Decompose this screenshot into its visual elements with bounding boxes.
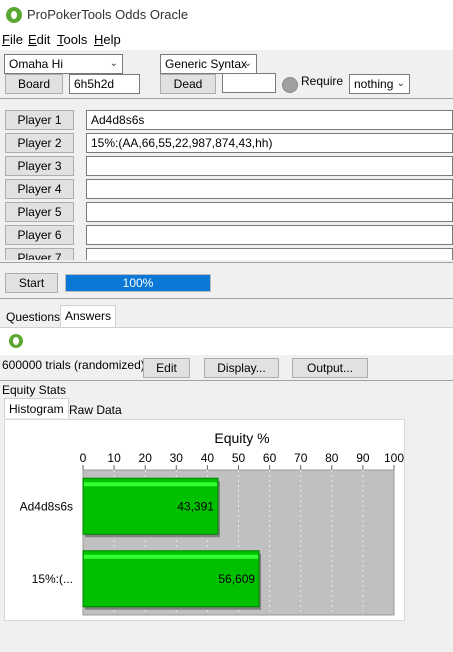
divider bbox=[0, 262, 453, 263]
x-tick-label: 10 bbox=[107, 451, 121, 465]
bar-highlight bbox=[84, 482, 217, 487]
start-button[interactable]: Start bbox=[5, 273, 58, 293]
game-select-value: Omaha Hi bbox=[9, 57, 64, 71]
oracle-drop-icon[interactable] bbox=[9, 334, 23, 348]
dead-input[interactable] bbox=[222, 73, 276, 93]
chart-title: Equity % bbox=[214, 430, 269, 446]
histogram-panel: Equity % 0 10 20 30 40 50 60 70 80 90 100 43,391 Ad… bbox=[4, 419, 405, 621]
syntax-select[interactable]: Generic Syntax ⌄ bbox=[160, 54, 257, 74]
x-tick-label: 100 bbox=[384, 451, 404, 465]
equity-chart: Equity % 0 10 20 30 40 50 60 70 80 90 100 43,391 Ad… bbox=[20, 430, 404, 616]
menu-file-mnemonic: F bbox=[2, 32, 10, 47]
menu-tools-label: ools bbox=[63, 32, 88, 47]
x-tick-label: 40 bbox=[201, 451, 215, 465]
answers-toolbar bbox=[0, 327, 453, 355]
bar-highlight bbox=[84, 554, 259, 559]
divider bbox=[0, 380, 453, 381]
player-7-button[interactable]: Player 7 bbox=[5, 248, 74, 260]
player-6-button[interactable]: Player 6 bbox=[5, 225, 74, 245]
player-3-button[interactable]: Player 3 bbox=[5, 156, 74, 176]
tab-answers[interactable]: Answers bbox=[60, 305, 117, 327]
bar-value-label: 43,391 bbox=[177, 499, 214, 513]
x-tick-label: 30 bbox=[170, 451, 184, 465]
require-label: Require bbox=[301, 74, 344, 88]
menu-file[interactable]: File bbox=[2, 32, 23, 47]
player-2-button[interactable]: Player 2 bbox=[5, 133, 74, 153]
output-button[interactable]: Output... bbox=[292, 358, 368, 378]
chevron-down-icon: ⌄ bbox=[396, 78, 405, 89]
menu-help[interactable]: Help bbox=[94, 32, 121, 47]
player-4-hand-input[interactable] bbox=[86, 179, 453, 199]
menu-edit[interactable]: Edit bbox=[28, 32, 50, 47]
menu-edit-label: dit bbox=[36, 32, 51, 47]
display-button[interactable]: Display... bbox=[204, 358, 279, 378]
x-tick-label: 50 bbox=[232, 451, 246, 465]
x-tick-label: 90 bbox=[356, 451, 370, 465]
window-title: ProPokerTools Odds Oracle bbox=[27, 7, 189, 22]
menu-help-label: elp bbox=[103, 32, 121, 47]
player-1-button[interactable]: Player 1 bbox=[5, 110, 74, 130]
tab-histogram[interactable]: Histogram bbox=[4, 398, 69, 418]
require-indicator-icon bbox=[282, 77, 298, 93]
menu-edit-mnemonic: E bbox=[28, 32, 37, 47]
player-1-hand-input[interactable]: Ad4d8s6s bbox=[86, 110, 453, 130]
x-tick-label: 60 bbox=[263, 451, 277, 465]
player-2-hand-input[interactable]: 15%:(AA,66,55,22,987,874,43,hh) bbox=[86, 133, 453, 153]
chevron-down-icon: ⌄ bbox=[243, 58, 252, 69]
divider bbox=[0, 298, 453, 299]
menu-help-mnemonic: H bbox=[94, 32, 104, 47]
menu-tools[interactable]: Tools bbox=[57, 32, 87, 47]
player-7-hand-input[interactable] bbox=[86, 248, 453, 260]
menu-file-label: ile bbox=[9, 32, 23, 47]
player-3-hand-input[interactable] bbox=[86, 156, 453, 176]
divider bbox=[0, 98, 453, 99]
trials-text: 600000 trials (randomized) bbox=[2, 358, 145, 372]
x-tick-label: 80 bbox=[325, 451, 339, 465]
progress-text: 100% bbox=[122, 276, 154, 290]
x-tick-label: 70 bbox=[294, 451, 308, 465]
require-select-value: nothing bbox=[354, 77, 394, 91]
player-7-row: Player 7 bbox=[0, 248, 453, 260]
tab-questions[interactable]: Questions bbox=[2, 307, 64, 327]
progress-bar: 100% bbox=[65, 274, 211, 292]
status-area bbox=[0, 621, 453, 652]
board-button[interactable]: Board bbox=[5, 74, 63, 94]
x-tick-label: 20 bbox=[139, 451, 153, 465]
chevron-down-icon: ⌄ bbox=[109, 58, 118, 69]
tab-raw-data[interactable]: Raw Data bbox=[65, 400, 126, 420]
require-select[interactable]: nothing ⌄ bbox=[349, 74, 410, 94]
board-input[interactable]: 6h5h2d bbox=[69, 74, 140, 94]
player-5-hand-input[interactable] bbox=[86, 202, 453, 222]
player-6-hand-input[interactable] bbox=[86, 225, 453, 245]
dead-button[interactable]: Dead bbox=[160, 74, 216, 94]
game-select[interactable]: Omaha Hi ⌄ bbox=[4, 54, 123, 74]
syntax-select-value: Generic Syntax bbox=[165, 57, 248, 71]
app-logo-icon bbox=[6, 7, 22, 23]
edit-button[interactable]: Edit bbox=[143, 358, 190, 378]
category-label: Ad4d8s6s bbox=[20, 499, 73, 513]
category-label: 15%:(... bbox=[32, 572, 73, 586]
bar-value-label: 56,609 bbox=[218, 572, 255, 586]
player-5-button[interactable]: Player 5 bbox=[5, 202, 74, 222]
player-4-button[interactable]: Player 4 bbox=[5, 179, 74, 199]
x-tick-label: 0 bbox=[80, 451, 87, 465]
equity-stats-label: Equity Stats bbox=[2, 383, 67, 397]
